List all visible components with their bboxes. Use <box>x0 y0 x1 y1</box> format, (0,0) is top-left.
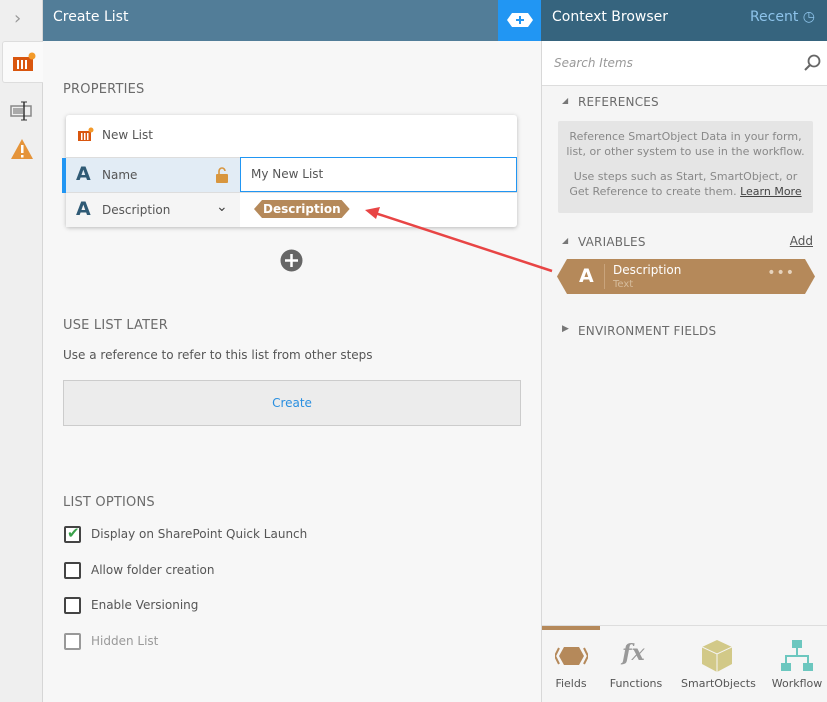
collapse-icon[interactable]: ◢ <box>562 96 568 105</box>
expand-chevron-icon[interactable]: › <box>14 8 21 29</box>
tab-list-properties[interactable] <box>2 41 43 83</box>
tab-workflow[interactable]: Workflow <box>762 677 827 690</box>
recent-button[interactable]: Recent ◷ <box>750 9 815 25</box>
fields-icon[interactable] <box>555 647 588 665</box>
context-title: Context Browser <box>552 9 669 25</box>
recent-label: Recent <box>749 9 799 25</box>
chevron-down-icon[interactable]: ⌄ <box>216 199 228 215</box>
active-tab-indicator <box>542 626 600 630</box>
create-reference-button[interactable]: Create <box>63 380 521 426</box>
environment-fields-heading[interactable]: ENVIRONMENT FIELDS <box>578 324 716 338</box>
checkbox-hidden-list[interactable] <box>64 633 81 650</box>
description-token[interactable]: Description <box>254 200 350 218</box>
use-later-heading: USE LIST LATER <box>63 318 168 333</box>
list-icon <box>13 52 36 71</box>
list-options-heading: LIST OPTIONS <box>63 495 155 510</box>
references-heading[interactable]: REFERENCES <box>578 95 659 109</box>
properties-card: New List A Name My New List A Descriptio… <box>62 115 517 227</box>
text-type-icon: A <box>579 265 594 287</box>
search-input[interactable]: Search Items <box>554 56 633 70</box>
name-label: Name <box>102 168 138 182</box>
description-row[interactable]: A Description ⌄ Description <box>66 192 517 227</box>
description-label: Description <box>102 203 171 217</box>
toggle-context-button[interactable] <box>498 0 541 41</box>
smartobjects-icon[interactable] <box>702 640 732 672</box>
workflow-icon[interactable] <box>781 640 813 672</box>
checkmark-icon: ✔ <box>67 524 80 542</box>
option-label: Enable Versioning <box>91 598 199 612</box>
tab-fields[interactable]: Fields <box>536 677 606 690</box>
search-box[interactable]: Search Items <box>542 41 827 86</box>
checkbox-versioning[interactable] <box>64 597 81 614</box>
functions-icon[interactable]: fx <box>622 640 645 666</box>
lock-icon[interactable] <box>216 167 228 183</box>
add-property-icon[interactable] <box>280 249 303 272</box>
add-variable-link[interactable]: Add <box>790 234 813 248</box>
list-row: New List <box>66 115 517 150</box>
list-label: New List <box>102 128 153 142</box>
panel-header: Create List <box>43 0 498 41</box>
collapse-icon[interactable]: ◢ <box>562 236 568 245</box>
properties-heading: PROPERTIES <box>63 82 145 97</box>
option-label: Display on SharePoint Quick Launch <box>91 527 308 541</box>
tab-functions[interactable]: Functions <box>601 677 671 690</box>
list-icon <box>78 127 94 141</box>
option-label: Hidden List <box>91 634 159 648</box>
text-type-icon: A <box>76 198 91 220</box>
text-type-icon: A <box>76 163 91 185</box>
variables-heading[interactable]: VARIABLES <box>578 235 646 249</box>
references-text: Reference SmartObject Data in your form,… <box>566 130 805 158</box>
tab-smartobjects[interactable]: SmartObjects <box>681 677 756 690</box>
more-options-icon[interactable]: ••• <box>767 265 795 281</box>
references-info: Reference SmartObject Data in your form,… <box>558 121 813 213</box>
variable-name: Description <box>613 263 682 277</box>
warning-icon[interactable] <box>10 138 34 160</box>
name-input[interactable]: My New List <box>240 157 517 192</box>
field-mapping-icon[interactable] <box>10 100 34 122</box>
checkbox-quick-launch[interactable]: ✔ <box>64 524 81 543</box>
panel-title: Create List <box>53 9 129 25</box>
context-browser-header: Context Browser Recent ◷ <box>541 0 827 41</box>
variable-description[interactable]: A Description Text ••• <box>557 259 815 294</box>
option-label: Allow folder creation <box>91 563 215 577</box>
clock-icon: ◷ <box>802 9 815 25</box>
left-rail: › <box>0 0 43 702</box>
learn-more-link[interactable]: Learn More <box>740 185 802 198</box>
variable-type: Text <box>613 279 634 290</box>
search-icon[interactable] <box>804 54 822 72</box>
use-later-hint: Use a reference to refer to this list fr… <box>63 348 373 362</box>
expand-icon[interactable]: ▶ <box>562 324 569 334</box>
name-row[interactable]: A Name <box>62 157 240 193</box>
add-token-icon <box>507 13 533 27</box>
checkbox-folder-creation[interactable] <box>64 562 81 579</box>
